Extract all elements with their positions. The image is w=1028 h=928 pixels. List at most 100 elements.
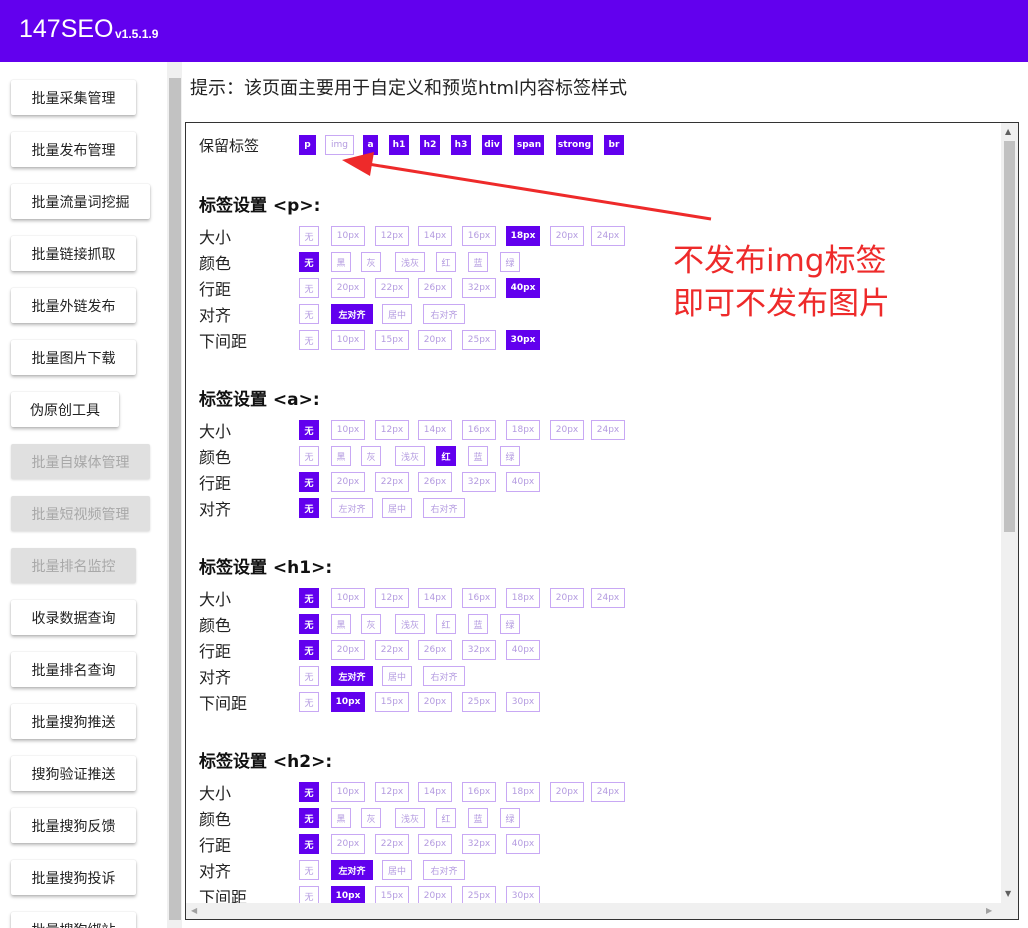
- panel-scrollbar-thumb[interactable]: [1004, 141, 1015, 532]
- option-chip[interactable]: 黑: [331, 808, 351, 828]
- option-chip[interactable]: 红: [436, 446, 456, 466]
- option-chip[interactable]: 居中: [382, 666, 412, 686]
- option-chip[interactable]: 12px: [375, 226, 409, 246]
- option-chip[interactable]: 14px: [418, 782, 452, 802]
- option-chip[interactable]: 20px: [331, 640, 365, 660]
- sidebar-item-5[interactable]: 批量图片下载: [11, 340, 136, 375]
- option-chip[interactable]: 无: [299, 640, 319, 660]
- option-chip[interactable]: 10px: [331, 588, 365, 608]
- option-chip[interactable]: 20px: [550, 588, 584, 608]
- sidebar-item-13[interactable]: 搜狗验证推送: [11, 756, 136, 791]
- keep-tag-h3[interactable]: h3: [451, 135, 471, 155]
- option-chip[interactable]: 绿: [500, 614, 520, 634]
- keep-tag-span[interactable]: span: [514, 135, 544, 155]
- option-chip[interactable]: 15px: [375, 886, 409, 903]
- sidebar-scrollbar-thumb[interactable]: [169, 78, 181, 920]
- option-chip[interactable]: 12px: [375, 420, 409, 440]
- option-chip[interactable]: 30px: [506, 886, 540, 903]
- option-chip[interactable]: 右对齐: [423, 860, 465, 880]
- option-chip[interactable]: 15px: [375, 692, 409, 712]
- option-chip[interactable]: 右对齐: [423, 498, 465, 518]
- option-chip[interactable]: 居中: [382, 860, 412, 880]
- option-chip[interactable]: 32px: [462, 278, 496, 298]
- option-chip[interactable]: 14px: [418, 226, 452, 246]
- option-chip[interactable]: 24px: [591, 588, 625, 608]
- option-chip[interactable]: 蓝: [468, 446, 488, 466]
- option-chip[interactable]: 14px: [418, 588, 452, 608]
- option-chip[interactable]: 左对齐: [331, 666, 373, 686]
- sidebar-item-6[interactable]: 伪原创工具: [11, 392, 119, 427]
- option-chip[interactable]: 无: [299, 834, 319, 854]
- option-chip[interactable]: 黑: [331, 252, 351, 272]
- option-chip[interactable]: 无: [299, 252, 319, 272]
- panel-vertical-scrollbar[interactable]: ▲ ▼: [1001, 123, 1018, 903]
- option-chip[interactable]: 20px: [418, 692, 452, 712]
- keep-tag-strong[interactable]: strong: [556, 135, 593, 155]
- option-chip[interactable]: 无: [299, 304, 319, 324]
- keep-tag-h1[interactable]: h1: [389, 135, 409, 155]
- option-chip[interactable]: 无: [299, 860, 319, 880]
- option-chip[interactable]: 24px: [591, 420, 625, 440]
- option-chip[interactable]: 10px: [331, 692, 365, 712]
- option-chip[interactable]: 40px: [506, 278, 540, 298]
- option-chip[interactable]: 红: [436, 614, 456, 634]
- option-chip[interactable]: 40px: [506, 834, 540, 854]
- sidebar-item-2[interactable]: 批量流量词挖掘: [11, 184, 150, 219]
- option-chip[interactable]: 40px: [506, 472, 540, 492]
- option-chip[interactable]: 10px: [331, 782, 365, 802]
- option-chip[interactable]: 18px: [506, 782, 540, 802]
- option-chip[interactable]: 无: [299, 886, 319, 903]
- option-chip[interactable]: 蓝: [468, 614, 488, 634]
- option-chip[interactable]: 左对齐: [331, 498, 373, 518]
- sidebar-item-14[interactable]: 批量搜狗反馈: [11, 808, 136, 843]
- option-chip[interactable]: 26px: [418, 278, 452, 298]
- option-chip[interactable]: 20px: [550, 420, 584, 440]
- option-chip[interactable]: 无: [299, 808, 319, 828]
- sidebar-item-15[interactable]: 批量搜狗投诉: [11, 860, 136, 895]
- sidebar-item-4[interactable]: 批量外链发布: [11, 288, 136, 323]
- option-chip[interactable]: 无: [299, 420, 319, 440]
- option-chip[interactable]: 22px: [375, 640, 409, 660]
- sidebar-item-16[interactable]: 批量搜狗绑站: [11, 912, 136, 928]
- option-chip[interactable]: 绿: [500, 446, 520, 466]
- option-chip[interactable]: 无: [299, 226, 319, 246]
- option-chip[interactable]: 20px: [418, 886, 452, 903]
- option-chip[interactable]: 20px: [331, 834, 365, 854]
- option-chip[interactable]: 无: [299, 782, 319, 802]
- option-chip[interactable]: 无: [299, 588, 319, 608]
- option-chip[interactable]: 16px: [462, 782, 496, 802]
- option-chip[interactable]: 18px: [506, 588, 540, 608]
- keep-tag-div[interactable]: div: [482, 135, 502, 155]
- option-chip[interactable]: 10px: [331, 330, 365, 350]
- option-chip[interactable]: 12px: [375, 782, 409, 802]
- sidebar-item-3[interactable]: 批量链接抓取: [11, 236, 136, 271]
- option-chip[interactable]: 居中: [382, 498, 412, 518]
- option-chip[interactable]: 浅灰: [395, 252, 425, 272]
- option-chip[interactable]: 32px: [462, 472, 496, 492]
- option-chip[interactable]: 30px: [506, 330, 540, 350]
- option-chip[interactable]: 右对齐: [423, 666, 465, 686]
- option-chip[interactable]: 26px: [418, 834, 452, 854]
- option-chip[interactable]: 22px: [375, 834, 409, 854]
- option-chip[interactable]: 灰: [361, 808, 381, 828]
- option-chip[interactable]: 26px: [418, 640, 452, 660]
- option-chip[interactable]: 右对齐: [423, 304, 465, 324]
- keep-tag-p[interactable]: p: [299, 135, 316, 155]
- option-chip[interactable]: 25px: [462, 886, 496, 903]
- option-chip[interactable]: 蓝: [468, 808, 488, 828]
- option-chip[interactable]: 红: [436, 808, 456, 828]
- option-chip[interactable]: 16px: [462, 420, 496, 440]
- sidebar-item-1[interactable]: 批量发布管理: [11, 132, 136, 167]
- option-chip[interactable]: 黑: [331, 446, 351, 466]
- option-chip[interactable]: 25px: [462, 692, 496, 712]
- option-chip[interactable]: 无: [299, 666, 319, 686]
- option-chip[interactable]: 25px: [462, 330, 496, 350]
- option-chip[interactable]: 24px: [591, 226, 625, 246]
- option-chip[interactable]: 15px: [375, 330, 409, 350]
- option-chip[interactable]: 12px: [375, 588, 409, 608]
- option-chip[interactable]: 10px: [331, 886, 365, 903]
- sidebar-item-11[interactable]: 批量排名查询: [11, 652, 136, 687]
- option-chip[interactable]: 左对齐: [331, 304, 373, 324]
- option-chip[interactable]: 灰: [361, 614, 381, 634]
- keep-tag-br[interactable]: br: [604, 135, 624, 155]
